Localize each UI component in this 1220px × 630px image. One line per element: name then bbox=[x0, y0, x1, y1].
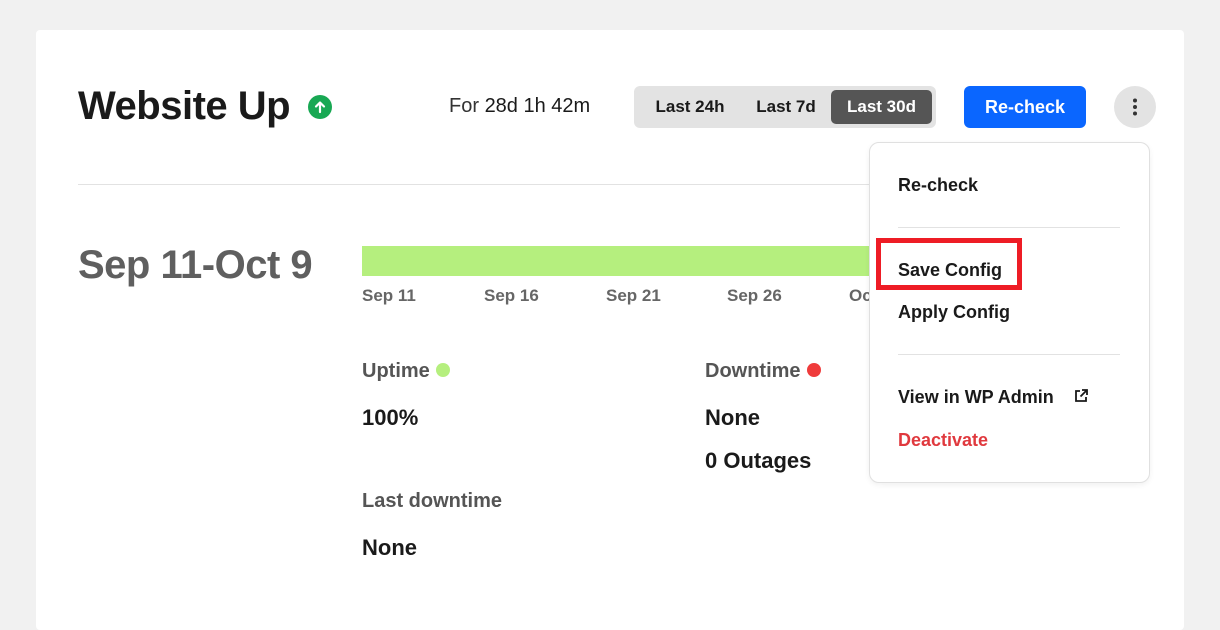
uptime-value: 100% bbox=[362, 405, 419, 430]
duration-value: 28d 1h 42m bbox=[484, 95, 591, 117]
menu-item-deactivate[interactable]: Deactivate bbox=[898, 430, 988, 451]
menu-item-recheck[interactable]: Re-check bbox=[898, 175, 978, 196]
uptime-dot-icon bbox=[435, 362, 450, 377]
menu-item-view-wp-admin[interactable]: View in WP Admin bbox=[898, 387, 1089, 408]
external-link-icon bbox=[1074, 389, 1088, 402]
outages-count: 0 Outages bbox=[705, 448, 812, 473]
last-downtime-value: None bbox=[362, 535, 417, 560]
tab-last-24h[interactable]: Last 24h bbox=[640, 90, 740, 124]
downtime-value: None bbox=[705, 405, 760, 430]
uptime-duration: For 28d 1h 42m bbox=[449, 95, 590, 118]
uptime-label: Uptime bbox=[362, 360, 450, 383]
timeline-tick: Sep 16 bbox=[484, 286, 539, 305]
range-selector: Last 24h Last 7d Last 30d bbox=[634, 86, 936, 128]
more-options-button[interactable] bbox=[1114, 86, 1156, 128]
downtime-dot-icon bbox=[806, 362, 821, 377]
kebab-icon bbox=[1133, 98, 1137, 116]
arrow-up-icon bbox=[308, 95, 332, 119]
last-downtime-label: Last downtime bbox=[362, 490, 503, 512]
highlight-annotation bbox=[876, 238, 1022, 290]
page-title: Website Up bbox=[78, 84, 291, 128]
menu-item-apply-config[interactable]: Apply Config bbox=[898, 302, 1010, 323]
view-wp-admin-label: View in WP Admin bbox=[898, 387, 1054, 407]
timeline-tick: Sep 11 bbox=[362, 286, 416, 305]
menu-divider bbox=[898, 354, 1120, 355]
options-dropdown-menu: Re-check Save Config Apply Config View i… bbox=[869, 142, 1150, 483]
period-title: Sep 11-Oct 9 bbox=[78, 243, 313, 287]
uptime-bar bbox=[362, 246, 870, 276]
duration-prefix: For bbox=[449, 95, 479, 117]
timeline-tick: Sep 21 bbox=[606, 286, 661, 305]
downtime-label-text: Downtime bbox=[705, 360, 801, 382]
uptime-label-text: Uptime bbox=[362, 360, 430, 382]
tab-last-7d[interactable]: Last 7d bbox=[742, 90, 830, 124]
header-divider bbox=[78, 184, 870, 185]
timeline-tick: Sep 26 bbox=[727, 286, 782, 305]
downtime-label: Downtime bbox=[705, 360, 821, 383]
tab-last-30d[interactable]: Last 30d bbox=[831, 90, 932, 124]
menu-divider bbox=[898, 227, 1120, 228]
recheck-button[interactable]: Re-check bbox=[964, 86, 1086, 128]
